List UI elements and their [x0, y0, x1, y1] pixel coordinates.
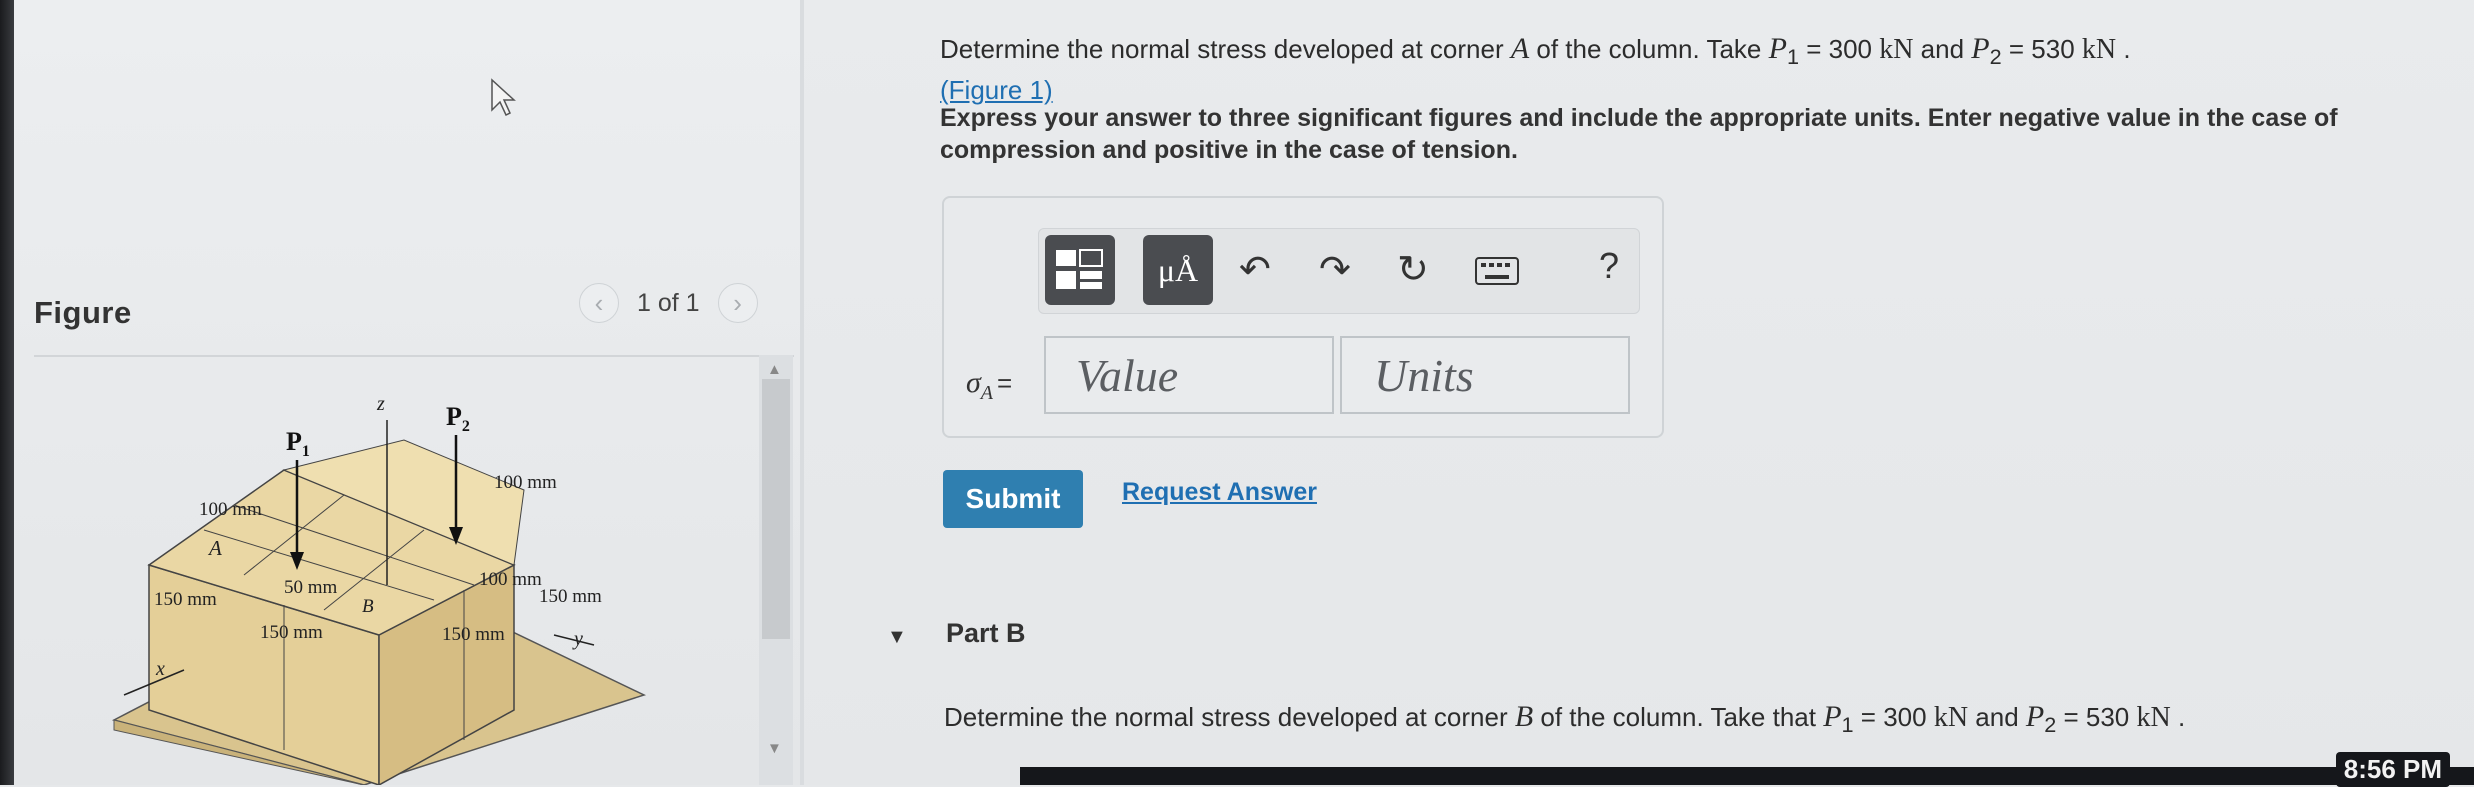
corner-a-label: A — [207, 536, 222, 560]
undo-icon[interactable]: ↶ — [1239, 247, 1271, 292]
request-answer-link[interactable]: Request Answer — [1122, 478, 1317, 507]
scroll-down-icon[interactable]: ▼ — [767, 740, 782, 757]
value-input[interactable] — [1044, 336, 1334, 414]
caret-down-icon[interactable]: ▼ — [887, 626, 907, 649]
dim-150mm-left: 150 mm — [154, 589, 217, 610]
chevron-right-icon: › — [733, 287, 742, 318]
p1-label: P1 — [286, 427, 310, 460]
dim-100mm-top-left: 100 mm — [199, 499, 262, 520]
p2-label: P2 — [446, 402, 470, 435]
answer-instructions: Express your answer to three significant… — [940, 104, 2338, 164]
mu-angstrom-icon: μÅ — [1157, 251, 1199, 288]
redo-icon[interactable]: ↷ — [1319, 247, 1351, 292]
chevron-left-icon: ‹ — [594, 287, 604, 318]
z-axis-label: z — [376, 393, 385, 415]
taskbar-clock: 8:56 PM — [2335, 752, 2450, 787]
column-figure: z x y P1 P2 A B 100 mm 100 mm 150 mm 50 … — [111, 393, 647, 785]
figure-pager: ‹ 1 of 1 › — [579, 283, 758, 323]
part-a-question: Determine the normal stress developed at… — [940, 32, 2131, 70]
help-icon[interactable]: ? — [1599, 245, 1619, 287]
screen-bezel — [0, 0, 14, 785]
dim-150mm-bottom-left: 150 mm — [260, 622, 323, 643]
math-toolbar: μÅ ↶ ↷ ↻ ? — [1038, 228, 1640, 314]
answer-box: μÅ ↶ ↷ ↻ ? σA = — [942, 196, 1664, 438]
next-figure-button[interactable]: › — [717, 283, 758, 323]
keyboard-icon[interactable] — [1475, 257, 1519, 285]
reset-icon[interactable]: ↻ — [1397, 247, 1429, 292]
figure-panel: Figure ‹ 1 of 1 › z x y P1 P2 A B 100 mm… — [14, 0, 800, 785]
templates-icon — [1056, 249, 1103, 289]
corner-b-label: B — [362, 596, 374, 617]
dim-150mm-right-top: 150 mm — [539, 586, 602, 607]
units-input[interactable] — [1340, 336, 1630, 414]
taskbar — [1020, 767, 2474, 785]
dim-150mm-bottom-right: 150 mm — [442, 624, 505, 645]
dim-100mm-mid: 100 mm — [479, 569, 542, 590]
dim-100mm-top-right: 100 mm — [494, 472, 557, 493]
part-b-header[interactable]: Part B — [946, 618, 1026, 649]
templates-button[interactable] — [1045, 235, 1115, 305]
figure-title: Figure — [34, 295, 132, 330]
sigma-a-label: σA = — [966, 366, 1013, 404]
scroll-thumb[interactable] — [762, 379, 790, 639]
prev-figure-button[interactable]: ‹ — [579, 283, 619, 323]
units-symbols-button[interactable]: μÅ — [1143, 235, 1213, 305]
y-axis-label: y — [572, 628, 583, 650]
submit-button[interactable]: Submit — [943, 470, 1083, 528]
figure-count: 1 of 1 — [637, 288, 700, 317]
part-b-question: Determine the normal stress developed at… — [944, 700, 2186, 738]
dim-50mm: 50 mm — [284, 577, 338, 598]
scroll-up-icon[interactable]: ▲ — [767, 361, 782, 378]
mouse-cursor-icon — [491, 78, 516, 117]
figure-scrollbar[interactable]: ▲ ▼ — [759, 355, 793, 785]
figure-divider — [34, 355, 794, 357]
x-axis-label: x — [155, 658, 165, 680]
